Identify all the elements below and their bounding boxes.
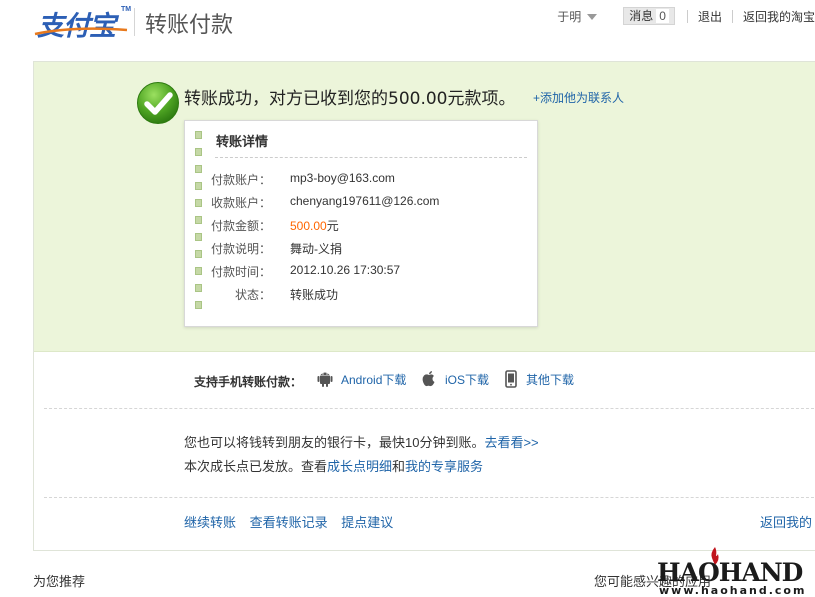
- watermark-brand: HAOHAND: [657, 558, 803, 587]
- mobile-label: 支持手机转账付款：: [194, 375, 303, 389]
- detail-value: 2012.10.26 17:30:57: [290, 263, 401, 277]
- growth-points-info: 本次成长点已发放。查看成长点明细和我的专享服务: [184, 456, 483, 475]
- section-divider: [44, 408, 815, 409]
- detail-label: 付款账户：: [210, 173, 271, 187]
- watermark-url: www.haohand.com: [659, 584, 807, 597]
- view-records-link[interactable]: 查看转账记录: [250, 515, 328, 530]
- success-zone: 转账成功，对方已收到您的500.00元款项。 +添加他为联系人 转账详情 付款账…: [34, 62, 815, 352]
- detail-row-status: 状态： 转账成功: [185, 286, 525, 302]
- action-links: 继续转账 查看转账记录 提点建议: [184, 512, 403, 531]
- go-see-link[interactable]: 去看看>>: [484, 435, 538, 450]
- detail-label: 收款账户：: [210, 196, 271, 210]
- detail-row-time: 付款时间： 2012.10.26 17:30:57: [185, 263, 525, 279]
- bank-card-text: 您也可以将钱转到朋友的银行卡，最快10分钟到账。: [184, 435, 485, 450]
- detail-divider: [215, 157, 527, 158]
- nav-separator: [686, 9, 688, 23]
- suggestion-link[interactable]: 提点建议: [341, 515, 393, 530]
- success-check-icon: [137, 82, 179, 124]
- bank-card-info: 您也可以将钱转到朋友的银行卡，最快10分钟到账。去看看>>: [184, 432, 539, 451]
- other-download-link[interactable]: 其他下载: [504, 370, 574, 388]
- ios-download-link[interactable]: iOS下载: [421, 370, 489, 388]
- return-my-link[interactable]: 返回我的: [760, 512, 812, 531]
- phone-icon: [505, 370, 517, 388]
- recommend-title: 为您推荐: [33, 574, 86, 589]
- logo-trademark: TM: [121, 6, 132, 13]
- messages-label: 消息: [629, 9, 654, 23]
- growth-and: 和: [392, 459, 406, 474]
- growth-details-link[interactable]: 成长点明细: [327, 459, 392, 474]
- nav-separator: [731, 9, 733, 23]
- logout-link[interactable]: 退出: [698, 8, 722, 25]
- detail-value: 500.00元: [290, 217, 339, 234]
- main-panel: 转账成功，对方已收到您的500.00元款项。 +添加他为联系人 转账详情 付款账…: [33, 61, 815, 551]
- transfer-detail-card: 转账详情 付款账户： mp3-boy@163.com 收款账户： chenyan…: [184, 120, 538, 327]
- detail-label: 付款说明：: [210, 242, 271, 256]
- section-divider: [44, 497, 815, 498]
- continue-transfer-link[interactable]: 继续转账: [184, 515, 236, 530]
- apple-icon: [422, 371, 435, 387]
- detail-value: 舞动-义捐: [290, 242, 342, 256]
- messages-button[interactable]: 消息 0: [623, 7, 675, 25]
- detail-row-amount: 付款金额： 500.00元: [185, 217, 525, 233]
- detail-label: 状态：: [234, 288, 271, 302]
- detail-row-payer: 付款账户： mp3-boy@163.com: [185, 171, 525, 187]
- detail-label: 付款时间：: [210, 265, 271, 279]
- detail-row-note: 付款说明： 舞动-义捐: [185, 240, 525, 256]
- top-nav: 于明 消息 0 退出 返回我的淘宝: [557, 6, 815, 26]
- other-download-label: 其他下载: [526, 372, 575, 387]
- detail-value: 转账成功: [290, 288, 339, 302]
- alipay-logo[interactable]: 支付宝 TM: [33, 4, 133, 42]
- detail-label: 付款金额：: [210, 219, 271, 233]
- amount-unit: 元: [326, 219, 339, 233]
- logo-swoosh-icon: [34, 27, 128, 36]
- android-download-label: Android下载: [341, 372, 407, 387]
- ios-download-label: iOS下载: [445, 372, 490, 387]
- detail-value: chenyang197611@126.com: [290, 194, 440, 208]
- add-contact-link[interactable]: +添加他为联系人: [533, 89, 624, 106]
- header-divider: [134, 8, 135, 36]
- page-title: 转账付款: [145, 13, 234, 38]
- messages-count: 0: [656, 9, 669, 23]
- android-icon: [317, 372, 333, 387]
- user-name[interactable]: 于明: [557, 8, 581, 25]
- detail-title: 转账详情: [216, 134, 269, 149]
- amount-value: 500.00: [290, 219, 327, 233]
- growth-prefix: 本次成长点已发放。查看: [184, 459, 328, 474]
- detail-row-payee: 收款账户： chenyang197611@126.com: [185, 194, 525, 210]
- mobile-download-row: 支持手机转账付款： Android下载 iOS下载 其他下载: [34, 368, 815, 392]
- logo-text: 支付宝: [37, 11, 116, 42]
- watermark: HAOHAND www.haohand.com: [657, 546, 815, 597]
- chevron-down-icon[interactable]: [587, 14, 598, 20]
- detail-value: mp3-boy@163.com: [290, 171, 395, 185]
- exclusive-service-link[interactable]: 我的专享服务: [405, 459, 483, 474]
- success-message: 转账成功，对方已收到您的500.00元款项。: [184, 89, 516, 109]
- return-taobao-link[interactable]: 返回我的淘宝: [743, 8, 815, 25]
- android-download-link[interactable]: Android下载: [317, 370, 406, 388]
- header: 支付宝 TM 转账付款 于明 消息 0 退出 返回我的淘宝: [0, 0, 815, 45]
